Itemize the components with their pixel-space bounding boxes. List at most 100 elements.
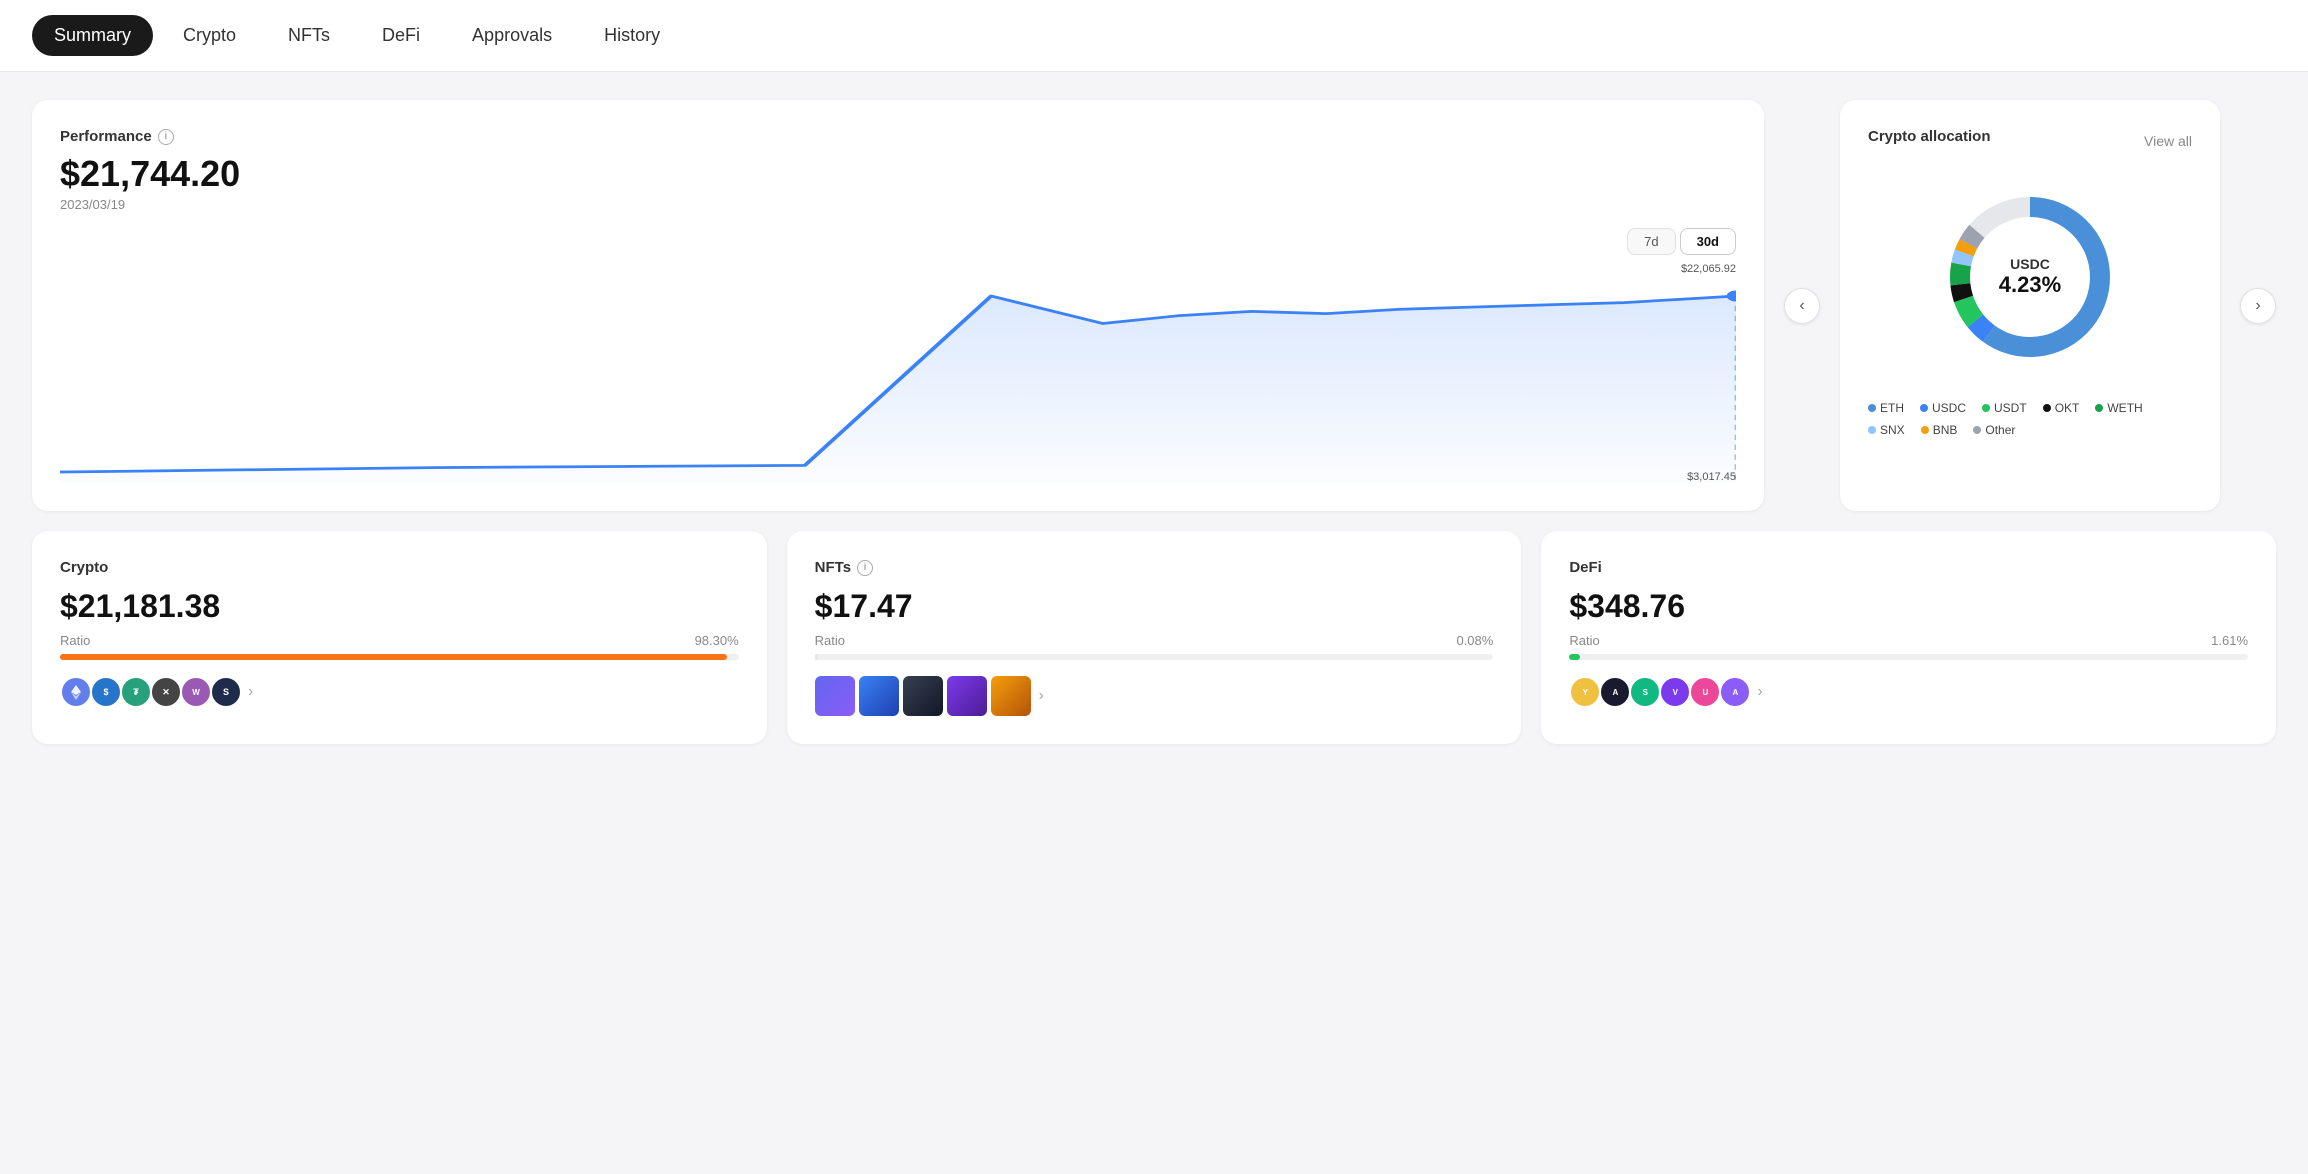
other-label: Other [1985,423,2015,437]
legend-usdt: USDT [1982,401,2027,415]
nav-item-defi[interactable]: DeFi [360,15,442,56]
nav-item-approvals[interactable]: Approvals [450,15,574,56]
nft-more-icon[interactable]: › [1039,687,1044,705]
defi-token-3: S [1629,676,1661,708]
main-content: Performance i $21,744.20 2023/03/19 7d 3… [0,72,2308,772]
defi-ratio-bar-bg [1569,654,2248,660]
okt-label: OKT [2055,401,2080,415]
defi-card-value: $348.76 [1569,588,2248,625]
crypto-ratio-label: Ratio [60,633,90,648]
legend-eth: ETH [1868,401,1904,415]
okt-dot [2043,404,2051,412]
chart-btn-30d[interactable]: 30d [1680,228,1736,255]
defi-ratio-label: Ratio [1569,633,1599,648]
performance-value: $21,744.20 [60,153,1736,195]
performance-info-icon[interactable]: i [158,129,174,145]
nft-thumb-5 [991,676,1031,716]
nfts-ratio-bar-bg [815,654,1494,660]
defi-ratio-pct: 1.61% [2211,633,2248,648]
nfts-ratio-label: Ratio [815,633,845,648]
performance-date: 2023/03/19 [60,197,1736,212]
performance-title: Performance i [60,128,1736,145]
allocation-prev-button[interactable]: ‹ [1784,288,1820,324]
usdc-label: USDC [1932,401,1966,415]
crypto-ratio-bar-fill [60,654,727,660]
snx-dot [1868,426,1876,434]
donut-container: USDC 4.23% [1868,177,2192,377]
chart-high-label: $22,065.92 [1681,263,1736,275]
defi-ratio-bar-fill [1569,654,1580,660]
crypto-card-title: Crypto [60,559,739,576]
nav-item-summary[interactable]: Summary [32,15,153,56]
defi-card-title: DeFi [1569,559,2248,576]
allocation-header: Crypto allocation View all [1868,128,2192,153]
bnb-label: BNB [1933,423,1958,437]
nft-thumb-2 [859,676,899,716]
legend-other: Other [1973,423,2015,437]
donut-center-pct: 4.23% [1999,272,2061,298]
chart-controls: 7d 30d [60,228,1736,255]
nft-thumb-3 [903,676,943,716]
allocation-legend: ETH USDC USDT OKT WETH [1868,401,2192,437]
performance-title-text: Performance [60,128,152,145]
token-okt: ✕ [150,676,182,708]
nav-item-history[interactable]: History [582,15,682,56]
crypto-ratio-pct: 98.30% [695,633,739,648]
crypto-ratio-bar-bg [60,654,739,660]
chart-wrapper: $22,065.92 [60,263,1736,483]
other-dot [1973,426,1981,434]
defi-token-icons: Y A S V U A › [1569,676,2248,708]
legend-weth: WETH [2095,401,2142,415]
donut-center: USDC 4.23% [1999,256,2061,298]
usdt-label: USDT [1994,401,2027,415]
defi-token-4: V [1659,676,1691,708]
defi-more-icon[interactable]: › [1757,683,1762,701]
nfts-info-icon[interactable]: i [857,560,873,576]
nft-thumb-1 [815,676,855,716]
usdt-dot [1982,404,1990,412]
nfts-card-title: NFTs i [815,559,1494,576]
view-all-link[interactable]: View all [2144,133,2192,149]
nfts-card-value: $17.47 [815,588,1494,625]
chart-low-label: $3,017.45 [1687,471,1736,483]
performance-card: Performance i $21,744.20 2023/03/19 7d 3… [32,100,1764,511]
crypto-token-icons: $ ₮ ✕ W S › [60,676,739,708]
crypto-card-value: $21,181.38 [60,588,739,625]
bnb-dot [1921,426,1929,434]
donut-center-label: USDC [1999,256,2061,272]
crypto-ratio-row: Ratio 98.30% [60,633,739,648]
token-weth: W [180,676,212,708]
allocation-title: Crypto allocation [1868,128,1991,145]
nav-item-crypto[interactable]: Crypto [161,15,258,56]
defi-token-1: Y [1569,676,1601,708]
nfts-title-text: NFTs [815,559,851,576]
legend-usdc: USDC [1920,401,1966,415]
legend-bnb: BNB [1921,423,1958,437]
eth-label: ETH [1880,401,1904,415]
allocation-next-button[interactable]: › [2240,288,2276,324]
crypto-card: Crypto $21,181.38 Ratio 98.30% $ ₮ ✕ W S… [32,531,767,744]
weth-label: WETH [2107,401,2142,415]
nfts-ratio-bar-fill [815,654,818,660]
nfts-ratio-pct: 0.08% [1456,633,1493,648]
nft-thumbnails: › [815,676,1494,716]
legend-snx: SNX [1868,423,1905,437]
token-usdt: ₮ [120,676,152,708]
eth-dot [1868,404,1876,412]
defi-token-5: U [1689,676,1721,708]
nft-thumb-4 [947,676,987,716]
crypto-more-icon[interactable]: › [248,683,253,701]
allocation-card: Crypto allocation View all [1840,100,2220,511]
chart-btn-7d[interactable]: 7d [1627,228,1675,255]
nav-item-nfts[interactable]: NFTs [266,15,352,56]
weth-dot [2095,404,2103,412]
top-row: Performance i $21,744.20 2023/03/19 7d 3… [32,100,2276,511]
token-usdc: $ [90,676,122,708]
legend-okt: OKT [2043,401,2080,415]
performance-chart [60,263,1736,483]
usdc-dot [1920,404,1928,412]
nfts-ratio-row: Ratio 0.08% [815,633,1494,648]
snx-label: SNX [1880,423,1905,437]
token-eth [60,676,92,708]
defi-token-2: A [1599,676,1631,708]
